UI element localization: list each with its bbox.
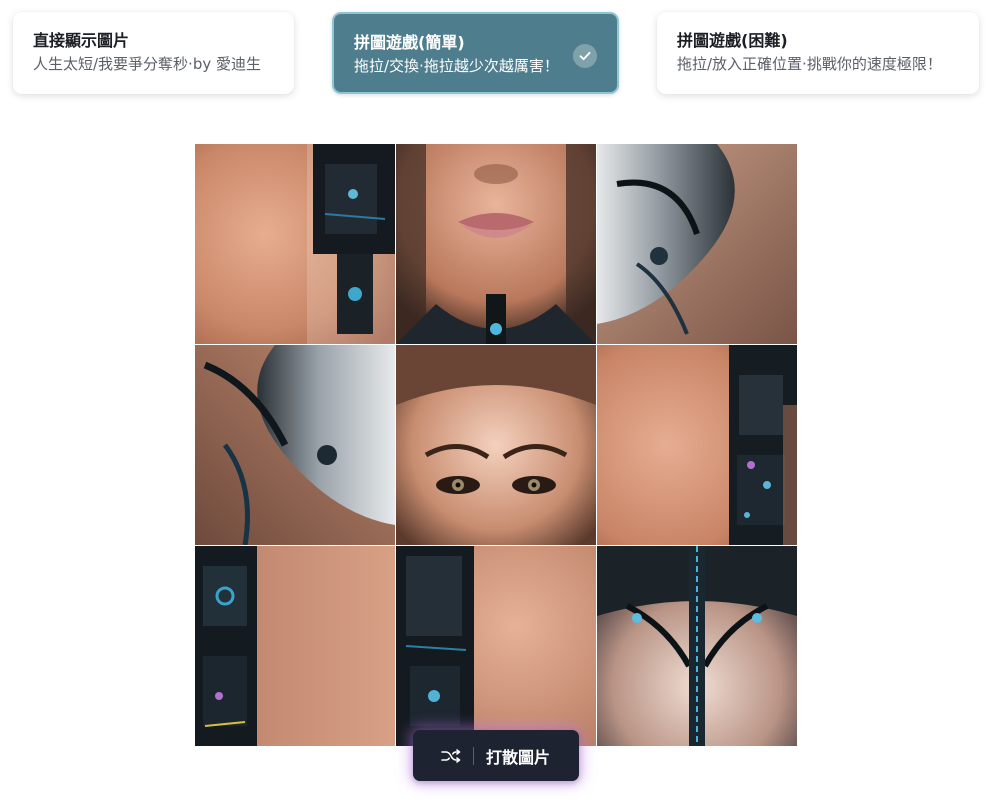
puzzle-tile[interactable] — [597, 144, 797, 344]
puzzle-tile[interactable] — [195, 144, 395, 344]
puzzle-tile[interactable] — [396, 546, 596, 746]
shuffle-icon — [441, 748, 461, 764]
check-icon — [573, 44, 597, 68]
mode-description: 人生太短/我要爭分奪秒·by 愛迪生 — [33, 55, 261, 73]
mode-card-show-image[interactable]: 直接顯示圖片 人生太短/我要爭分奪秒·by 愛迪生 — [13, 12, 294, 94]
puzzle-tile[interactable] — [195, 546, 395, 746]
mode-card-puzzle-easy[interactable]: 拼圖遊戲(簡單) 拖拉/交換·拖拉越少次越厲害！ — [332, 12, 619, 94]
puzzle-tile[interactable] — [597, 345, 797, 545]
mode-description: 拖拉/交換·拖拉越少次越厲害！ — [354, 57, 559, 75]
puzzle-tile[interactable] — [597, 546, 797, 746]
shuffle-button[interactable]: 打散圖片 — [413, 730, 579, 781]
mode-title: 拼圖遊戲(簡單) — [354, 33, 465, 52]
mode-title: 直接顯示圖片 — [33, 31, 130, 50]
puzzle-tile[interactable] — [195, 345, 395, 545]
mode-title: 拼圖遊戲(困難) — [677, 31, 788, 50]
mode-card-puzzle-hard[interactable]: 拼圖遊戲(困難) 拖拉/放入正確位置·挑戰你的速度極限！ — [657, 12, 979, 94]
puzzle-tile[interactable] — [396, 144, 596, 344]
puzzle-tile[interactable] — [396, 345, 596, 545]
mode-description: 拖拉/放入正確位置·挑戰你的速度極限！ — [677, 55, 942, 73]
puzzle-board — [195, 144, 797, 746]
shuffle-button-label: 打散圖片 — [486, 747, 551, 767]
button-divider — [473, 746, 474, 765]
